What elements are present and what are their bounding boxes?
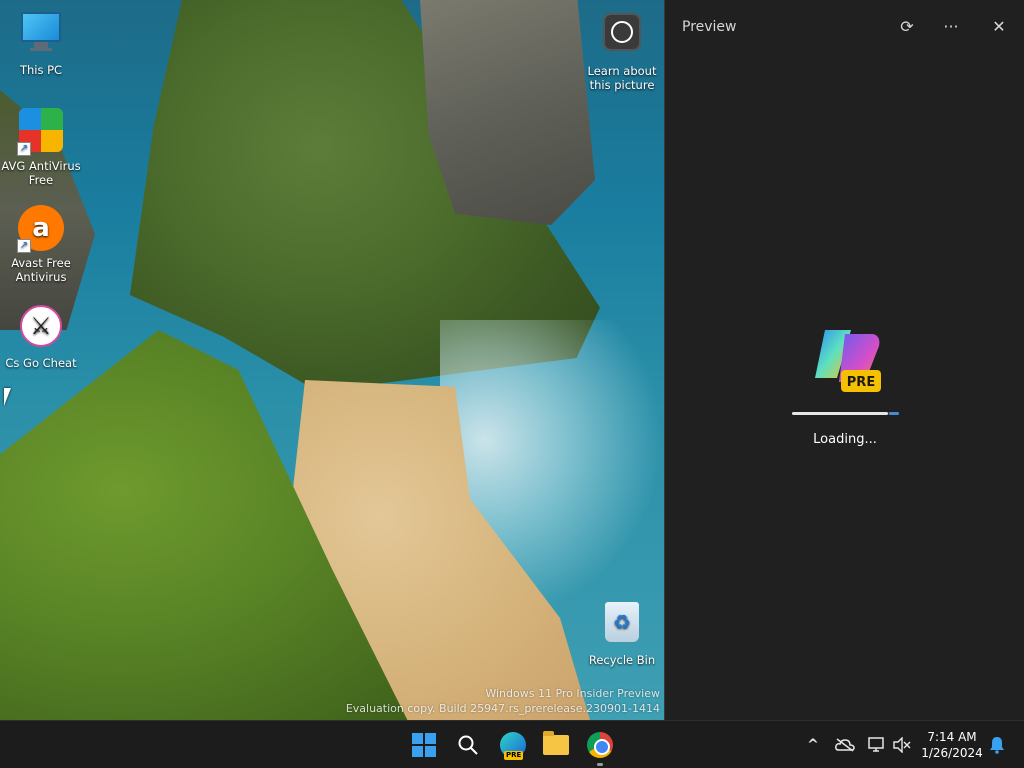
copilot-logo-icon: PRE <box>815 330 881 392</box>
running-indicator <box>597 763 603 766</box>
edge-preview-button[interactable]: PRE <box>497 729 529 761</box>
bell-icon <box>990 737 1004 754</box>
more-options-button[interactable]: ··· <box>937 14 965 40</box>
refresh-icon: ⟳ <box>900 17 914 36</box>
desktop-icon-label: AVG AntiVirus Free <box>1 159 81 187</box>
chevron-up-icon: ^ <box>807 737 819 753</box>
notifications-button[interactable] <box>985 733 1009 757</box>
desktop-icon-csgo[interactable]: ⚔ Cs Go Cheat <box>1 302 81 370</box>
desktop-icon-recycle-bin[interactable]: ♻ Recycle Bin <box>582 598 662 667</box>
avg-icon: ↗ <box>17 108 65 156</box>
this-pc-icon <box>17 12 65 60</box>
csgo-icon: ⚔ <box>17 305 65 353</box>
clock[interactable]: 7:14 AM 1/26/2024 <box>916 729 988 761</box>
watermark-line-2: Evaluation copy. Build 25947.rs_prerelea… <box>345 702 660 715</box>
network-icon <box>868 737 884 752</box>
desktop-icon-label: Cs Go Cheat <box>5 356 77 370</box>
learn-picture-icon <box>598 13 646 61</box>
shortcut-arrow-icon: ↗ <box>17 142 31 156</box>
search-icon <box>458 735 478 755</box>
show-hidden-icons-button[interactable]: ^ <box>801 733 825 757</box>
edge-preview-icon: PRE <box>500 732 526 760</box>
shortcut-arrow-icon: ↗ <box>17 239 31 253</box>
taskbar: PRE ^ 7:14 AM 1/26/2024 <box>0 720 1024 768</box>
volume-muted-icon <box>893 736 911 754</box>
avast-icon: a ↗ <box>17 205 65 253</box>
desktop-icon-this-pc[interactable]: This PC <box>1 8 81 77</box>
copilot-preview-panel: Preview ⟳ ··· ✕ PRE Loading... <box>664 0 1024 720</box>
close-button[interactable]: ✕ <box>985 14 1013 40</box>
onedrive-button[interactable] <box>833 733 857 757</box>
refresh-button[interactable]: ⟳ <box>893 14 921 40</box>
close-icon: ✕ <box>992 17 1006 36</box>
network-button[interactable] <box>865 733 889 757</box>
clock-time: 7:14 AM <box>927 730 977 744</box>
desktop-icon-avast[interactable]: a ↗ Avast Free Antivirus <box>1 204 81 284</box>
loading-progress-bar <box>792 412 899 415</box>
desktop-icon-label: Learn about this picture <box>587 64 657 92</box>
chrome-button[interactable] <box>584 729 616 766</box>
mouse-cursor-icon <box>4 388 11 406</box>
onedrive-offline-icon <box>835 738 855 752</box>
panel-title: Preview <box>682 19 737 35</box>
watermark-line-1: Windows 11 Pro Insider Preview <box>485 687 660 700</box>
progress-tip <box>889 412 899 415</box>
start-button[interactable] <box>408 729 440 761</box>
file-explorer-button[interactable] <box>540 729 572 761</box>
desktop-icon-label: Recycle Bin <box>588 653 656 667</box>
evaluation-watermark: Windows 11 Pro Insider Preview Evaluatio… <box>346 686 660 716</box>
file-explorer-icon <box>543 731 569 755</box>
desktop-icon-label: Avast Free Antivirus <box>11 256 71 284</box>
desktop-icon-avg[interactable]: ↗ AVG AntiVirus Free <box>1 106 81 187</box>
volume-button[interactable] <box>890 733 914 757</box>
desktop-icon-learn-picture[interactable]: Learn about this picture <box>582 8 662 92</box>
clock-date: 1/26/2024 <box>921 746 983 760</box>
more-icon: ··· <box>943 17 959 36</box>
desktop-icon-label: This PC <box>19 63 63 77</box>
logo-badge-text: PRE <box>847 375 875 390</box>
chrome-icon <box>587 732 613 758</box>
edge-badge: PRE <box>504 751 524 760</box>
progress-fill <box>792 412 889 415</box>
recycle-bin-icon: ♻ <box>598 602 646 650</box>
desktop[interactable]: This PC ↗ AVG AntiVirus Free a ↗ Avast F… <box>0 0 664 720</box>
loading-text: Loading... <box>813 432 877 447</box>
search-button[interactable] <box>452 729 484 761</box>
start-icon <box>412 733 436 757</box>
